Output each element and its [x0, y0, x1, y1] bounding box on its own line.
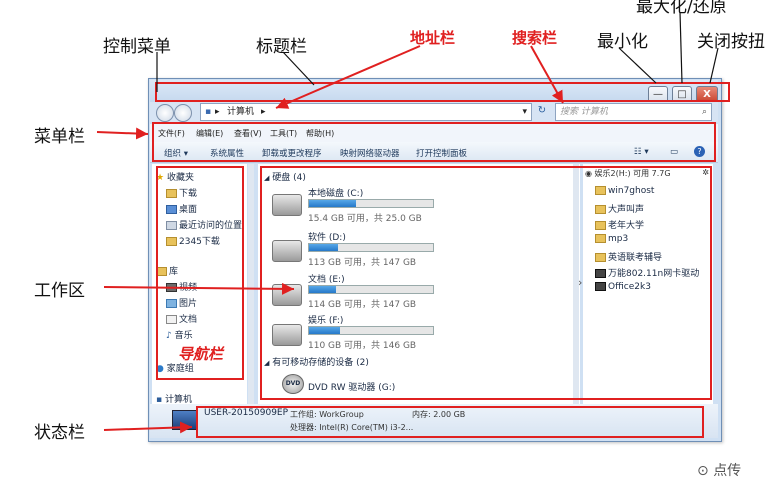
arrow-work-area — [103, 282, 295, 295]
annotation-arrows — [96, 11, 719, 434]
arrow-title-bar — [282, 51, 315, 86]
arrow-search-bar — [530, 45, 564, 104]
arrow-status-bar — [103, 421, 193, 434]
wechat-icon: ⊙ — [697, 463, 709, 479]
arrow-minimize — [618, 47, 657, 84]
arrow-maximize — [679, 11, 683, 84]
watermark: ⊙ 点传 — [697, 463, 742, 479]
arrow-address-bar — [275, 45, 421, 109]
arrow-menu-bar — [96, 127, 149, 140]
arrow-close — [709, 47, 719, 84]
